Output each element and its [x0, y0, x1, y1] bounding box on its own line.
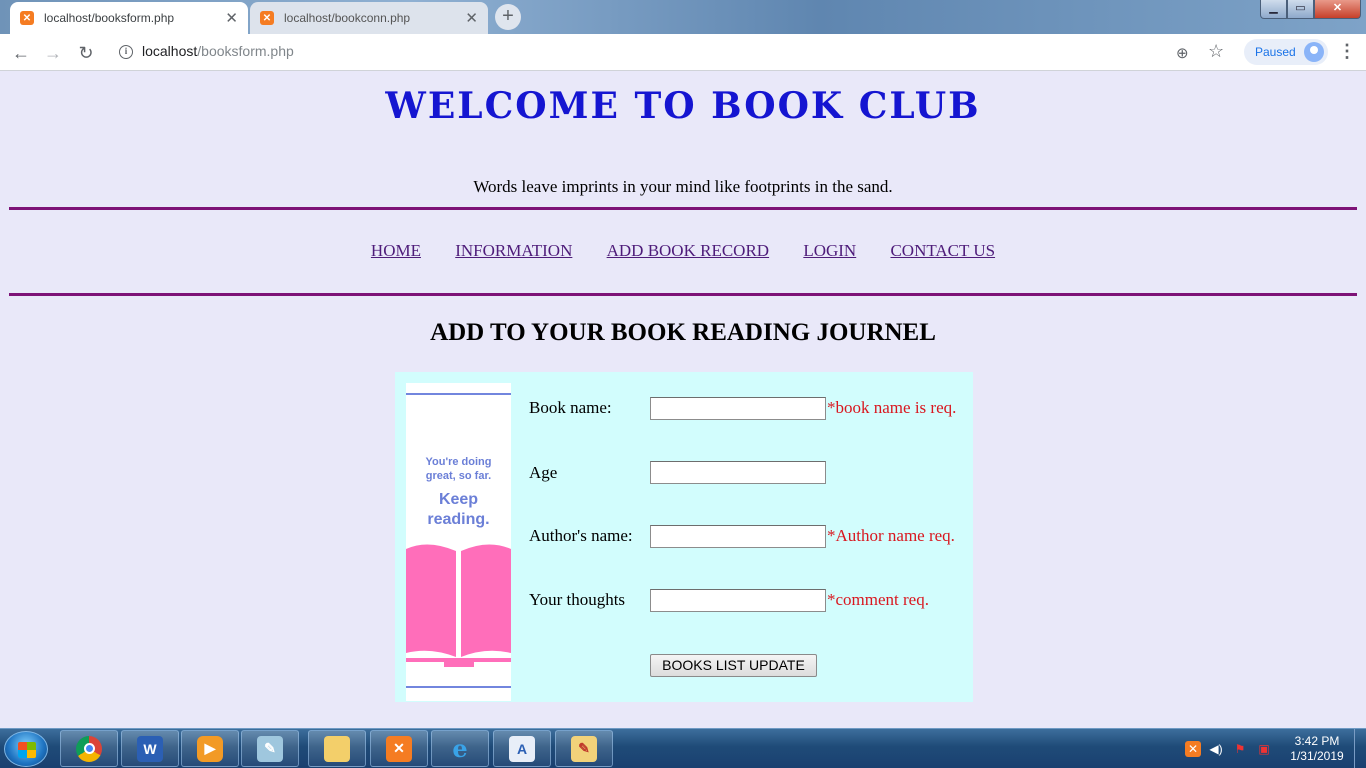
books-list-update-button[interactable]: BOOKS LIST UPDATE [650, 654, 817, 677]
page-title: WELCOME TO BOOK CLUB [385, 85, 981, 127]
tab-close-icon[interactable]: ✕ [465, 9, 478, 27]
bookmark-line [406, 686, 511, 688]
tagline: Words leave imprints in your mind like f… [473, 177, 893, 196]
internet-explorer-icon: e [452, 734, 468, 763]
thoughts-error: *comment req. [827, 590, 929, 609]
age-label: Age [529, 463, 558, 482]
tab-title: localhost/booksform.php [44, 11, 175, 25]
folder-icon [324, 735, 350, 762]
xampp-icon: ✕ [386, 735, 412, 762]
form-heading: ADD TO YOUR BOOK READING JOURNEL [430, 319, 936, 346]
taskbar-clock[interactable]: 3:42 PM 1/31/2019 [1282, 734, 1352, 764]
forward-arrow-icon[interactable]: → [40, 40, 66, 66]
thoughts-input[interactable] [650, 589, 826, 612]
nav-link-add-book-record[interactable]: ADD BOOK RECORD [607, 241, 769, 260]
nav-link-home[interactable]: HOME [371, 241, 421, 260]
xampp-tray-icon[interactable]: ✕ [1185, 741, 1201, 757]
network-icon[interactable]: ▣ [1256, 741, 1272, 757]
menu-kebab-icon[interactable]: ⋮ [1338, 41, 1356, 62]
taskbar: W ▶ ✎ ✕ e A ✎ ✕ ◀) ⚑ ▣ 3:42 PM 1/31/2019 [0, 728, 1366, 768]
tab-bookconn[interactable]: ✕ localhost/bookconn.php ✕ [250, 2, 488, 34]
divider-top [9, 207, 1357, 210]
book-form: You're doing great, so far. Keep reading… [395, 372, 973, 702]
profile-button[interactable]: Paused [1244, 39, 1328, 65]
nav-link-contact-us[interactable]: CONTACT US [890, 241, 995, 260]
address-bar[interactable]: i localhost/booksform.php [110, 38, 1240, 66]
book-name-input[interactable] [650, 397, 826, 420]
media-player-icon: ▶ [197, 735, 223, 762]
avatar-icon [1304, 42, 1324, 62]
bookmark-star-icon[interactable]: ☆ [1208, 41, 1224, 62]
paint-icon: ✎ [571, 735, 597, 762]
taskbar-notepad[interactable]: ✎ [241, 730, 299, 767]
tab-booksform[interactable]: ✕ localhost/booksform.php ✕ [10, 2, 248, 34]
thoughts-label: Your thoughts [529, 590, 626, 609]
nav-link-information[interactable]: INFORMATION [455, 241, 572, 260]
clock-time: 3:42 PM [1294, 734, 1340, 748]
main-nav: HOME INFORMATION ADD BOOK RECORD LOGIN C… [0, 241, 1366, 261]
xampp-favicon-icon: ✕ [20, 11, 34, 25]
book-name-error: *book name is req. [827, 398, 957, 417]
url-text[interactable]: localhost/booksform.php [142, 43, 294, 59]
xampp-favicon-icon: ✕ [260, 11, 274, 25]
book-name-label: Book name: [529, 398, 612, 417]
open-book-icon [406, 544, 511, 667]
close-window-button[interactable]: ✕ [1314, 0, 1361, 19]
back-arrow-icon[interactable]: ← [8, 40, 34, 66]
bookmark-caption-line: great, so far. [425, 470, 492, 482]
url-host: localhost [142, 43, 198, 59]
profile-status: Paused [1255, 45, 1296, 59]
wordpad-icon: A [509, 735, 535, 762]
age-input[interactable] [650, 461, 826, 484]
tab-strip: ✕ localhost/booksform.php ✕ ✕ localhost/… [0, 0, 1366, 34]
minimize-button[interactable]: ▁ [1260, 0, 1287, 19]
bookmark-caption-line: You're doing [425, 456, 492, 468]
taskbar-word[interactable]: W [121, 730, 179, 767]
bookmark-caption: You're doing great, so far. [406, 455, 511, 483]
taskbar-media-player[interactable]: ▶ [181, 730, 239, 767]
maximize-button[interactable]: ▭ [1287, 0, 1314, 19]
divider-bottom [9, 293, 1357, 296]
bookmark-slogan-line: Keep [438, 491, 479, 508]
taskbar-paint[interactable]: ✎ [555, 730, 613, 767]
new-tab-button[interactable]: + [495, 4, 521, 30]
reload-icon[interactable]: ↻ [73, 40, 99, 66]
site-info-icon[interactable]: i [119, 45, 133, 59]
action-center-icon[interactable]: ⚑ [1232, 741, 1248, 757]
tab-title: localhost/bookconn.php [284, 11, 411, 25]
bookmark-slogan: Keep reading. [406, 490, 511, 530]
volume-icon[interactable]: ◀) [1208, 741, 1224, 757]
url-path: /booksform.php [197, 43, 294, 59]
chrome-icon [76, 735, 102, 762]
taskbar-internet-explorer[interactable]: e [431, 730, 489, 767]
nav-link-login[interactable]: LOGIN [803, 241, 856, 260]
bookmark-image: You're doing great, so far. Keep reading… [406, 383, 511, 701]
taskbar-chrome[interactable] [60, 730, 118, 767]
page-content: WELCOME TO BOOK CLUB Words leave imprint… [0, 71, 1366, 727]
taskbar-xampp[interactable]: ✕ [370, 730, 428, 767]
word-icon: W [137, 735, 163, 762]
zoom-icon[interactable]: ⊕ [1176, 44, 1189, 62]
start-button[interactable] [4, 731, 48, 767]
show-desktop-button[interactable] [1354, 729, 1366, 768]
notepad-icon: ✎ [257, 735, 283, 762]
author-name-label: Author's name: [529, 526, 633, 545]
clock-date: 1/31/2019 [1290, 749, 1344, 763]
windows-logo-icon [18, 742, 36, 758]
browser-toolbar: ← → ↻ i localhost/booksform.php ⊕ ☆ Paus… [0, 34, 1366, 71]
tab-close-icon[interactable]: ✕ [225, 9, 238, 27]
author-name-input[interactable] [650, 525, 826, 548]
taskbar-wordpad[interactable]: A [493, 730, 551, 767]
taskbar-file-explorer[interactable] [308, 730, 366, 767]
bookmark-line [406, 393, 511, 395]
bookmark-slogan-line: reading. [427, 511, 490, 528]
author-name-error: *Author name req. [827, 526, 955, 545]
